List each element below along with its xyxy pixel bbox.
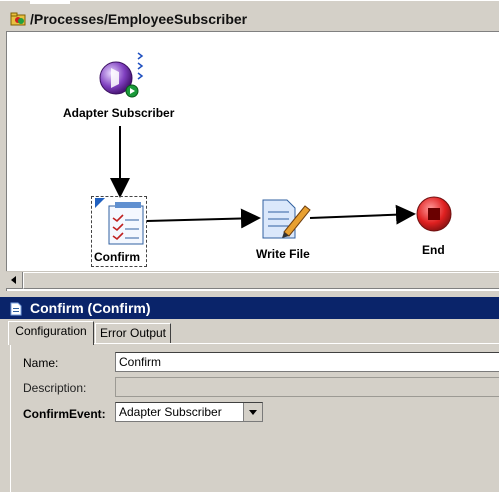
tab-configuration[interactable]: Configuration <box>8 321 94 345</box>
process-path: /Processes/EmployeeSubscriber <box>30 11 248 27</box>
scroll-left-button[interactable] <box>6 272 23 289</box>
canvas-diagram <box>95 52 452 245</box>
end-icon[interactable] <box>416 196 452 232</box>
chevron-down-icon <box>249 410 257 415</box>
node-label-confirm[interactable]: Confirm <box>94 250 140 264</box>
confirm-event-dropdown-button[interactable] <box>243 403 262 421</box>
adapter-subscriber-icon[interactable] <box>99 52 144 98</box>
node-label-adapter-subscriber[interactable]: Adapter Subscriber <box>63 106 174 120</box>
confirm-event-select[interactable]: Adapter Subscriber <box>115 402 263 422</box>
arrow-left-icon <box>11 276 16 284</box>
process-header: /Processes/EmployeeSubscriber <box>0 0 499 31</box>
name-field[interactable]: Confirm <box>115 352 499 372</box>
node-label-write-file[interactable]: Write File <box>256 247 310 261</box>
write-file-icon[interactable] <box>262 199 311 239</box>
document-icon <box>10 302 22 316</box>
process-folder-icon <box>10 12 26 26</box>
description-label: Description: <box>23 381 87 395</box>
transition-confirm-to-writefile[interactable] <box>146 208 261 229</box>
confirm-event-value: Adapter Subscriber <box>119 405 222 419</box>
tab-error-output[interactable]: Error Output <box>95 323 171 344</box>
canvas-horizontal-scrollbar[interactable] <box>6 271 499 289</box>
description-field[interactable] <box>115 377 499 397</box>
node-label-end[interactable]: End <box>422 243 445 257</box>
header-tab-edge <box>30 1 70 4</box>
configuration-tab-body: Name: Confirm Description: ConfirmEvent:… <box>10 343 499 492</box>
panel-title-text: Confirm (Confirm) <box>30 300 151 316</box>
confirm-event-label: ConfirmEvent: <box>23 407 106 421</box>
process-canvas[interactable]: Adapter Subscriber Confirm Write File En… <box>6 31 499 291</box>
name-label: Name: <box>23 356 59 370</box>
properties-panel-title: Confirm (Confirm) <box>0 297 499 319</box>
transition-writefile-to-end[interactable] <box>309 204 416 225</box>
scroll-thumb[interactable] <box>23 272 499 289</box>
